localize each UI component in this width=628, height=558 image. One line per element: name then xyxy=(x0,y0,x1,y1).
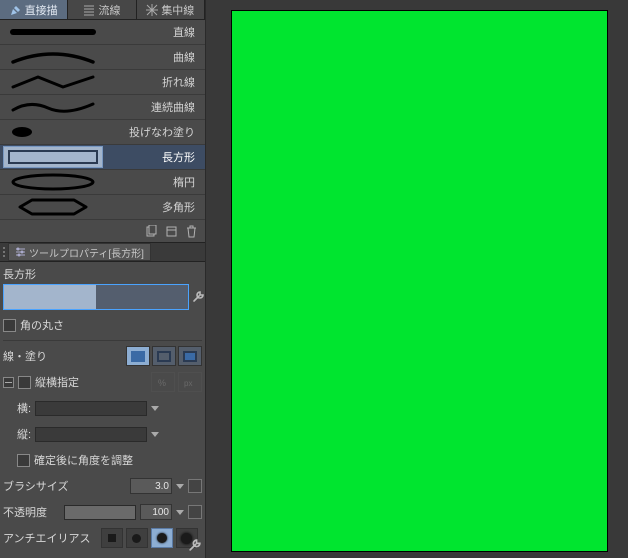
aspect-expander[interactable] xyxy=(3,377,14,388)
wrench-icon[interactable] xyxy=(192,290,205,306)
mode-fill[interactable] xyxy=(126,346,150,366)
tool-curve[interactable]: 曲線 xyxy=(0,45,205,70)
dropdown-icon[interactable] xyxy=(176,510,184,515)
tool-list-actions xyxy=(0,220,205,242)
adjust-after-checkbox[interactable] xyxy=(17,454,30,467)
adjust-after-label: 確定後に角度を調整 xyxy=(34,452,133,468)
row-brush-size: ブラシサイズ 3.0 xyxy=(3,475,202,497)
aa-medium[interactable] xyxy=(151,528,173,548)
antialias-options xyxy=(101,528,198,548)
tool-label: 楕円 xyxy=(103,174,205,190)
tab-stream-lines[interactable]: 流線 xyxy=(68,0,136,19)
aa-weak[interactable] xyxy=(126,528,148,548)
tool-label: 多角形 xyxy=(103,199,205,215)
dropdown-icon[interactable] xyxy=(151,432,159,437)
brush-size-value[interactable]: 3.0 xyxy=(130,478,172,494)
tool-preview xyxy=(3,121,103,143)
tool-preview xyxy=(3,96,103,118)
aspect-icon-buttons: % px xyxy=(151,372,202,392)
row-brush-shape: ブラシ形状 xyxy=(3,553,202,558)
tool-preview xyxy=(3,46,103,68)
dropdown-icon[interactable] xyxy=(176,484,184,489)
row-aspect-h: 縦: xyxy=(17,423,202,445)
tool-label: 曲線 xyxy=(103,49,205,65)
aspect-checkbox[interactable] xyxy=(18,376,31,389)
property-heading: 長方形 xyxy=(3,264,202,284)
row-aspect-w: 横: xyxy=(17,397,202,419)
tool-preview xyxy=(3,171,103,193)
row-opacity: 不透明度 100 xyxy=(3,501,202,523)
brush-preview[interactable] xyxy=(3,284,189,310)
tool-label: 折れ線 xyxy=(103,74,205,90)
roundness-checkbox[interactable] xyxy=(3,319,16,332)
row-aspect: 縦横指定 % px xyxy=(3,371,202,393)
property-tab[interactable]: ツールプロパティ[長方形] xyxy=(8,243,151,261)
mode-outline[interactable] xyxy=(152,346,176,366)
line-fill-label: 線・塗り xyxy=(3,348,47,364)
tool-continuous-curve[interactable]: 連続曲線 xyxy=(0,95,205,120)
pencil-icon xyxy=(10,4,22,16)
opacity-slider[interactable] xyxy=(64,505,136,520)
row-line-fill: 線・塗り xyxy=(3,345,202,367)
aspect-px-icon[interactable]: px xyxy=(178,372,202,392)
tool-ellipse[interactable]: 楕円 xyxy=(0,170,205,195)
tool-label: 直線 xyxy=(103,24,205,40)
tool-label: 連続曲線 xyxy=(103,99,205,115)
tool-property-panel: 長方形 角の丸さ 線・塗り xyxy=(0,262,205,558)
opacity-value[interactable]: 100 xyxy=(140,504,172,520)
tool-line[interactable]: 直線 xyxy=(0,20,205,45)
roundness-label: 角の丸さ xyxy=(20,317,64,333)
brush-size-label: ブラシサイズ xyxy=(3,478,68,494)
trash-icon[interactable] xyxy=(183,223,199,239)
tool-preview xyxy=(3,146,103,168)
grip-icon[interactable] xyxy=(0,245,8,259)
settings-wrench-icon[interactable] xyxy=(188,538,202,555)
row-adjust-after: 確定後に角度を調整 xyxy=(17,449,202,471)
aspect-label: 縦横指定 xyxy=(35,374,79,390)
property-tab-bar: ツールプロパティ[長方形] xyxy=(0,242,205,262)
tool-lasso-fill[interactable]: 投げなわ塗り xyxy=(0,120,205,145)
tool-polygon[interactable]: 多角形 xyxy=(0,195,205,220)
tool-rectangle[interactable]: 長方形 xyxy=(0,145,205,170)
tab-label: 集中線 xyxy=(161,2,194,18)
canvas[interactable] xyxy=(231,10,608,552)
antialias-label: アンチエイリアス xyxy=(3,530,91,546)
tool-label: 投げなわ塗り xyxy=(103,124,205,140)
focus-lines-icon xyxy=(146,4,158,16)
tool-preview xyxy=(3,196,103,218)
svg-text:%: % xyxy=(158,378,166,388)
svg-text:px: px xyxy=(184,379,192,388)
property-tab-label: ツールプロパティ[長方形] xyxy=(29,245,144,260)
row-antialias: アンチエイリアス xyxy=(3,527,202,549)
dropdown-icon[interactable] xyxy=(151,406,159,411)
aspect-ratio-icon[interactable]: % xyxy=(151,372,175,392)
tab-label: 直接描 xyxy=(25,2,58,18)
tool-label: 長方形 xyxy=(103,149,205,165)
opacity-dynamics[interactable] xyxy=(188,505,202,519)
tool-list: 直線 曲線 折れ線 連続曲線 投げなわ塗り 長方形 xyxy=(0,20,205,220)
line-fill-modes xyxy=(126,346,202,366)
tool-category-tabs: 直接描 流線 集中線 xyxy=(0,0,205,20)
tab-label: 流線 xyxy=(98,2,120,18)
tab-focus-lines[interactable]: 集中線 xyxy=(137,0,205,19)
aspect-h-slider[interactable] xyxy=(35,427,147,442)
aa-none[interactable] xyxy=(101,528,123,548)
canvas-area[interactable] xyxy=(206,0,628,558)
row-roundness: 角の丸さ xyxy=(3,314,202,336)
brush-size-dynamics[interactable] xyxy=(188,479,202,493)
aspect-w-label: 横: xyxy=(17,400,31,416)
new-icon[interactable] xyxy=(163,223,179,239)
tool-polyline[interactable]: 折れ線 xyxy=(0,70,205,95)
mode-both[interactable] xyxy=(178,346,202,366)
stream-lines-icon xyxy=(83,4,95,16)
aspect-h-label: 縦: xyxy=(17,426,31,442)
tool-preview xyxy=(3,21,103,43)
opacity-label: 不透明度 xyxy=(3,504,47,520)
clipboard-icon[interactable] xyxy=(143,223,159,239)
aspect-w-slider[interactable] xyxy=(35,401,147,416)
sliders-icon xyxy=(15,247,26,258)
tool-preview xyxy=(3,71,103,93)
tab-direct-draw[interactable]: 直接描 xyxy=(0,0,68,19)
